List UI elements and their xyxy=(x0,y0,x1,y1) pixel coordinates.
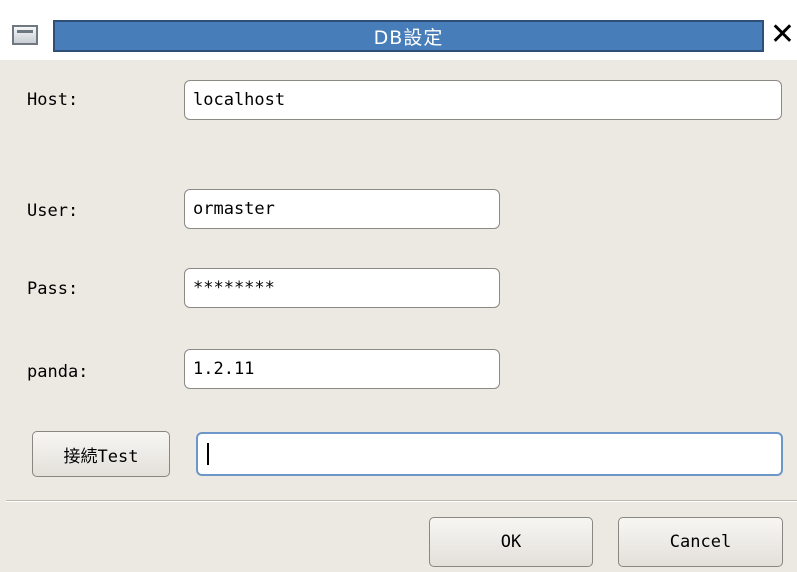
connection-test-label: 接続Test xyxy=(63,446,139,467)
cancel-button[interactable]: Cancel xyxy=(618,517,783,567)
password-input-value: ******** xyxy=(193,278,275,298)
host-input-value: localhost xyxy=(193,90,286,110)
host-label: Host: xyxy=(27,90,79,110)
panda-input-value: 1.2.11 xyxy=(193,359,255,379)
window-title: DB設定 xyxy=(373,26,444,49)
connection-test-button[interactable]: 接続Test xyxy=(32,431,170,477)
pass-label: Pass: xyxy=(27,279,79,299)
panda-input[interactable]: 1.2.11 xyxy=(184,349,500,389)
db-settings-dialog: DB設定 ✕ Host: localhost User: ormaster Pa… xyxy=(0,0,797,572)
ok-button-label: OK xyxy=(500,532,522,552)
close-icon[interactable]: ✕ xyxy=(768,17,797,53)
ok-button[interactable]: OK xyxy=(429,517,593,567)
user-input[interactable]: ormaster xyxy=(184,189,500,229)
title-bar: DB設定 ✕ xyxy=(0,0,797,60)
user-input-value: ormaster xyxy=(193,199,275,219)
button-separator xyxy=(6,500,797,502)
host-input[interactable]: localhost xyxy=(184,80,782,120)
cancel-button-label: Cancel xyxy=(669,532,732,552)
window-menu-icon[interactable] xyxy=(12,25,38,45)
text-caret xyxy=(207,443,209,465)
password-input[interactable]: ******** xyxy=(184,268,500,308)
user-label: User: xyxy=(27,201,79,221)
connection-result-input[interactable] xyxy=(196,432,783,476)
panda-label: panda: xyxy=(27,362,89,382)
title-strip[interactable]: DB設定 xyxy=(53,20,764,52)
